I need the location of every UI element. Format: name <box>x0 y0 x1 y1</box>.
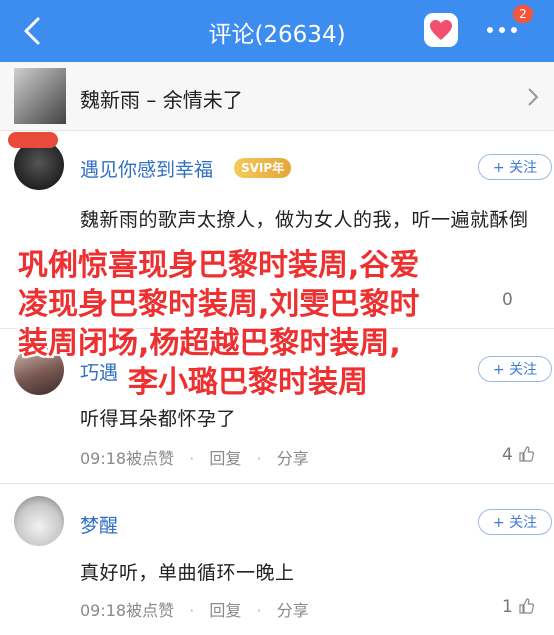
comment-author[interactable]: 遇见你感到幸福 <box>80 155 213 182</box>
more-options-icon[interactable] <box>484 22 520 38</box>
follow-button[interactable]: + 关注 <box>478 154 552 180</box>
reply-button[interactable]: 回复 <box>209 601 241 620</box>
comment-author[interactable]: 梦醒 <box>80 511 118 538</box>
song-title: 魏新雨 – 余情未了 <box>80 88 243 112</box>
comment-meta: 09:18被点赞 · 回复 · 分享 <box>80 601 309 620</box>
avatar[interactable] <box>14 496 64 546</box>
page-title: 评论(26634) <box>208 22 346 48</box>
comment-text: 真好听，单曲循环一晚上 <box>80 562 295 584</box>
comment-text: 魏新雨的歌声太撩人，做为女人的我，听一遍就酥倒 <box>80 204 530 237</box>
overlay-line: 巩俐惊喜现身巴黎时装周,谷爱 <box>18 248 420 283</box>
like-count: 4 <box>502 445 513 465</box>
chevron-right-icon <box>526 86 540 112</box>
overlay-line: 装周闭场,杨超越巴黎时装周, <box>18 326 401 361</box>
comment-text: 听得耳朵都怀孕了 <box>80 408 237 430</box>
share-button[interactable]: 分享 <box>277 601 309 620</box>
like-button[interactable]: 4 <box>502 445 535 465</box>
svip-badge: SVIP年 <box>234 158 292 178</box>
comment-time: 09:18被点赞 <box>80 449 175 468</box>
follow-button[interactable]: + 关注 <box>478 509 552 535</box>
like-button[interactable]: 1 <box>502 597 535 617</box>
heart-icon <box>430 20 452 40</box>
header-bar: 评论(26634) 2 <box>0 0 554 62</box>
comment-meta: 09:18被点赞 · 回复 · 分享 <box>80 449 309 468</box>
song-row[interactable]: 魏新雨 – 余情未了 <box>0 62 554 131</box>
divider <box>0 483 554 484</box>
share-button[interactable]: 分享 <box>277 449 309 468</box>
comment-text-line: 魏新雨的歌声太撩人，做为女人的我，听一遍就酥倒 <box>80 209 529 231</box>
comment-time: 09:18被点赞 <box>80 601 175 620</box>
avatar-badge <box>8 132 58 148</box>
like-song-button[interactable] <box>424 13 458 47</box>
overlay-line: 李小璐巴黎时装周 <box>128 365 368 400</box>
reply-button[interactable]: 回复 <box>209 449 241 468</box>
song-cover-image <box>14 68 66 124</box>
thumbs-up-icon <box>519 598 535 614</box>
overlay-headline: 巩俐惊喜现身巴黎时装周,谷爱 凌现身巴黎时装周,刘雯巴黎时 装周闭场,杨超越巴黎… <box>18 246 538 402</box>
like-count: 1 <box>502 597 513 617</box>
thumbs-up-icon <box>519 446 535 462</box>
overlay-line: 凌现身巴黎时装周,刘雯巴黎时 <box>18 287 420 322</box>
notification-badge: 2 <box>513 5 533 23</box>
